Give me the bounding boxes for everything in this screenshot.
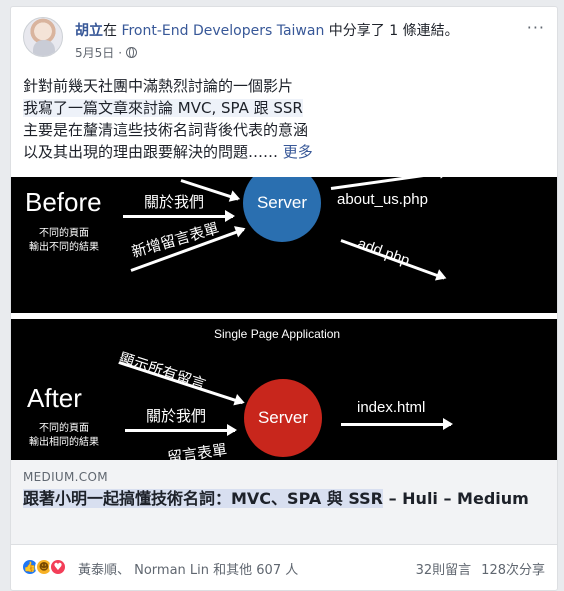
globe-icon (126, 47, 138, 58)
avatar[interactable] (23, 17, 63, 57)
server-circle-after: Server (244, 379, 322, 457)
arrow-5 (340, 239, 445, 280)
link-preview[interactable]: MEDIUM.COM 跟著小明一起搞懂技術名詞：MVC、SPA 與 SSR – … (11, 460, 557, 545)
about-us-label-2: 關於我們 (146, 408, 207, 425)
link-title[interactable]: 跟著小明一起搞懂技術名詞：MVC、SPA 與 SSR – Huli – Medi… (23, 488, 547, 509)
before-label: Before (25, 187, 102, 217)
headline-end: 中分享了 1 條連結。 (324, 23, 459, 39)
link-domain: MEDIUM.COM (23, 470, 108, 484)
before-panel: Before 不同的頁面 輸出不同的結果 關於我們 新增留言表單 Server a… (11, 177, 557, 313)
before-note: 不同的頁面 輸出不同的結果 (29, 228, 99, 253)
group-link[interactable]: Front-End Developers Taiwan (121, 23, 324, 39)
reaction-icons[interactable]: 👍 ☻ ♥ (21, 558, 67, 576)
link-preview-image[interactable]: Before 不同的頁面 輸出不同的結果 關於我們 新增留言表單 Server a… (11, 177, 557, 460)
arrow-4 (330, 177, 449, 190)
post-footer: 👍 ☻ ♥ 黃泰順、 Norman Lin 和其他 607 人 32則留言 12… (21, 556, 545, 578)
server-circle-before: Server (243, 177, 321, 242)
author-link[interactable]: 胡立 (75, 23, 103, 39)
post-header: 胡立在 Front-End Developers Taiwan 中分享了 1 條… (23, 17, 545, 67)
headline-text: 在 (103, 23, 122, 39)
see-more-link[interactable]: 更多 (283, 143, 313, 161)
post-meta: 5月5日 · (75, 44, 138, 61)
spa-title: Single Page Application (214, 327, 341, 341)
comments-count[interactable]: 32則留言 (416, 559, 472, 578)
post-text-line: 我寫了一篇文章來討論 MVC, SPA 跟 SSR (23, 99, 303, 117)
post-date[interactable]: 5月5日 (75, 44, 114, 61)
engagement-counts: 32則留言 128次分享 (416, 559, 545, 578)
reactors-text[interactable]: 黃泰順、 Norman Lin 和其他 607 人 (78, 559, 298, 578)
about-php-label: about_us.php (337, 191, 428, 208)
post-card: 胡立在 Front-End Developers Taiwan 中分享了 1 條… (10, 6, 558, 591)
shares-count[interactable]: 128次分享 (481, 559, 545, 578)
after-note: 不同的頁面 輸出相同的結果 (29, 423, 99, 448)
arrow-7 (125, 424, 237, 436)
meta-separator: · (118, 45, 123, 60)
add-comment-label-2: 留言表單 (166, 441, 229, 460)
post-text-line: 以及其出現的理由跟要解決的問題…… 更多 (23, 143, 313, 161)
after-label: After (27, 383, 82, 413)
post-headline: 胡立在 Front-End Developers Taiwan 中分享了 1 條… (75, 22, 459, 40)
arrow-8 (341, 418, 453, 430)
index-label: index.html (357, 399, 426, 416)
post-text: 針對前幾天社團中滿熱烈討論的一個影片 我寫了一篇文章來討論 MVC, SPA 跟… (23, 75, 545, 163)
arrow-2 (123, 210, 235, 222)
post-text-line: 主要是在釐清這些技術名詞背後代表的意涵 (23, 121, 309, 139)
more-options-icon[interactable]: ··· (527, 20, 545, 36)
about-us-label: 關於我們 (144, 194, 205, 211)
love-icon: ♥ (49, 558, 67, 576)
post-text-line: 針對前幾天社團中滿熱烈討論的一個影片 (23, 77, 294, 95)
after-panel: Single Page Application 顯示所有留言 After 不同的… (11, 319, 557, 460)
